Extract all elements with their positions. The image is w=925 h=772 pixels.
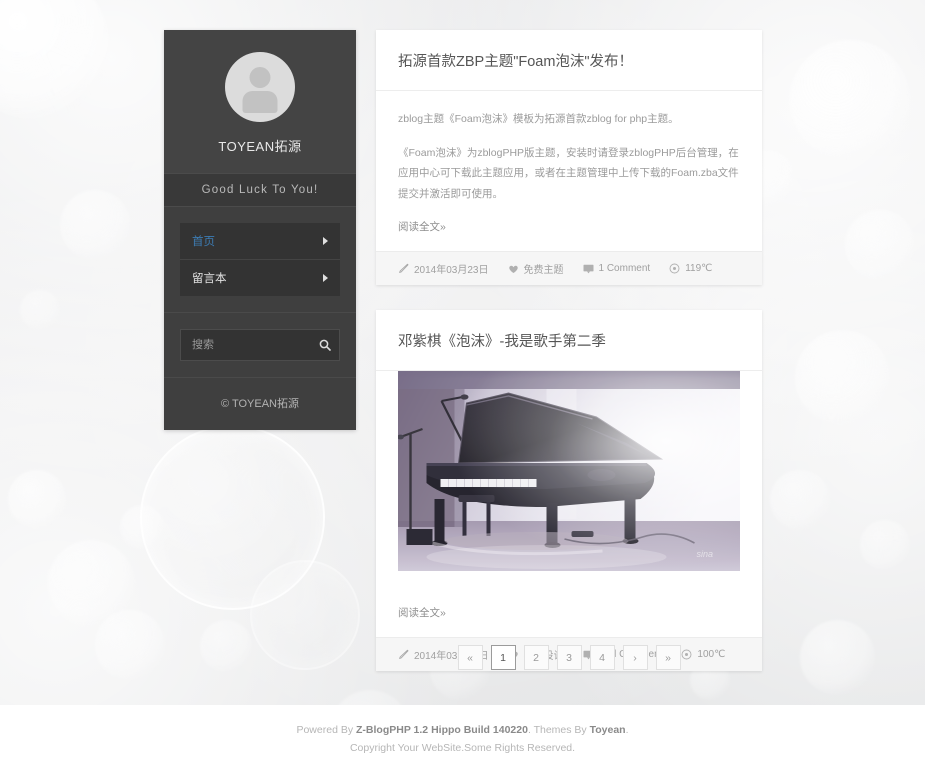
search-input[interactable]	[181, 330, 339, 360]
post-title[interactable]: 拓源首款ZBP主题"Foam泡沫"发布！	[376, 30, 762, 92]
post-meta: 2014年03月23日 免费主题 1 Comment 119℃	[376, 251, 762, 286]
main-content: 拓源首款ZBP主题"Foam泡沫"发布！ zblog主题《Foam泡沫》模板为拓…	[376, 30, 762, 696]
sidebar-nav-section: 首页 留言本	[164, 207, 356, 313]
footer-period: .	[625, 723, 629, 736]
pagination-page-2[interactable]: 2	[523, 645, 549, 670]
meta-comments[interactable]: 1 Comment	[583, 263, 651, 275]
chevron-right-icon	[323, 237, 328, 245]
post-paragraph: 《Foam泡沫》为zblogPHP版主题，安装时请登录zblogPHP后台管理，…	[398, 146, 739, 200]
footer-copyright-line: Copyright Your WebSite.Some Rights Reser…	[349, 741, 576, 754]
pencil-icon	[399, 263, 409, 274]
search-box	[180, 329, 340, 361]
search-button[interactable]	[319, 339, 331, 351]
heart-icon	[508, 265, 518, 273]
pagination-page-1[interactable]: 1	[490, 645, 516, 670]
post-body: zblog主题《Foam泡沫》模板为拓源首款zblog for php主题。 《…	[376, 91, 762, 251]
post-card: 邓紫棋《泡沫》-我是歌手第二季 sina 阅读全文» 2014年03月23日 1…	[376, 310, 762, 672]
sidebar-item-home[interactable]: 首页	[180, 223, 340, 259]
footer-powered-prefix: Powered By	[296, 723, 356, 736]
meta-date-text: 2014年03月23日	[414, 265, 489, 277]
sidebar-item-guestbook[interactable]: 留言本	[180, 259, 340, 296]
comment-icon	[583, 264, 593, 274]
post-paragraph: zblog主题《Foam泡沫》模板为拓源首款zblog for php主题。	[398, 113, 679, 126]
pagination-last-button[interactable]: »	[655, 645, 681, 670]
meta-category[interactable]: 免费主题	[508, 261, 564, 276]
pagination-page-4[interactable]: 4	[589, 645, 615, 670]
site-footer: Powered By Z-BlogPHP 1.2 Hippo Build 140…	[0, 705, 925, 772]
avatar-body-icon	[242, 91, 278, 113]
footer-engine: Z-BlogPHP 1.2 Hippo Build 140220	[356, 723, 528, 736]
avatar	[225, 52, 295, 122]
read-more-link[interactable]: 阅读全文»	[398, 605, 446, 620]
sidebar-copyright: © TOYEAN拓源	[221, 398, 299, 410]
svg-text:sina: sina	[697, 549, 714, 559]
pagination: « 1 2 3 4 › »	[376, 645, 762, 670]
meta-category-text: 免费主题	[523, 265, 564, 277]
sidebar-search-section	[164, 313, 356, 378]
page-root: TOYEAN拓源 Good Luck To You! 首页 留言本 搜索 © T…	[0, 0, 925, 772]
avatar-head-icon	[249, 67, 271, 88]
footer-powered-line: Powered By Z-BlogPHP 1.2 Hippo Build 140…	[296, 724, 628, 736]
meta-views: 119℃	[669, 263, 712, 274]
sidebar-nav-list: 首页 留言本	[180, 223, 340, 296]
sidebar-item-label: 留言本	[192, 273, 227, 285]
chevron-right-icon	[323, 274, 328, 282]
post-body: 阅读全文»	[376, 585, 762, 637]
sidebar: TOYEAN拓源 Good Luck To You! 首页 留言本 搜索 © T…	[164, 30, 356, 430]
pagination-first-button[interactable]: «	[457, 645, 483, 670]
meta-date: 2014年03月23日	[398, 261, 489, 276]
footer-author[interactable]: Toyean	[590, 724, 626, 736]
post-card: 拓源首款ZBP主题"Foam泡沫"发布！ zblog主题《Foam泡沫》模板为拓…	[376, 30, 762, 286]
read-more-link[interactable]: 阅读全文»	[398, 219, 446, 234]
post-title[interactable]: 邓紫棋《泡沫》-我是歌手第二季	[376, 310, 762, 372]
singer-at-grand-piano-photo: sina	[398, 371, 740, 572]
site-title: TOYEAN拓源	[218, 139, 302, 154]
eye-icon	[669, 263, 680, 274]
site-motto: Good Luck To You!	[164, 173, 356, 207]
meta-views-text: 119℃	[685, 263, 713, 275]
search-icon	[319, 339, 331, 351]
sidebar-profile: TOYEAN拓源	[164, 30, 356, 173]
footer-themes-by: . Themes By	[527, 723, 590, 736]
sidebar-item-label: 首页	[192, 236, 215, 248]
pagination-next-button[interactable]: ›	[622, 645, 648, 670]
pagination-page-3[interactable]: 3	[556, 645, 582, 670]
post-image[interactable]: sina	[398, 371, 740, 572]
meta-comments-text: 1 Comment	[598, 263, 651, 275]
